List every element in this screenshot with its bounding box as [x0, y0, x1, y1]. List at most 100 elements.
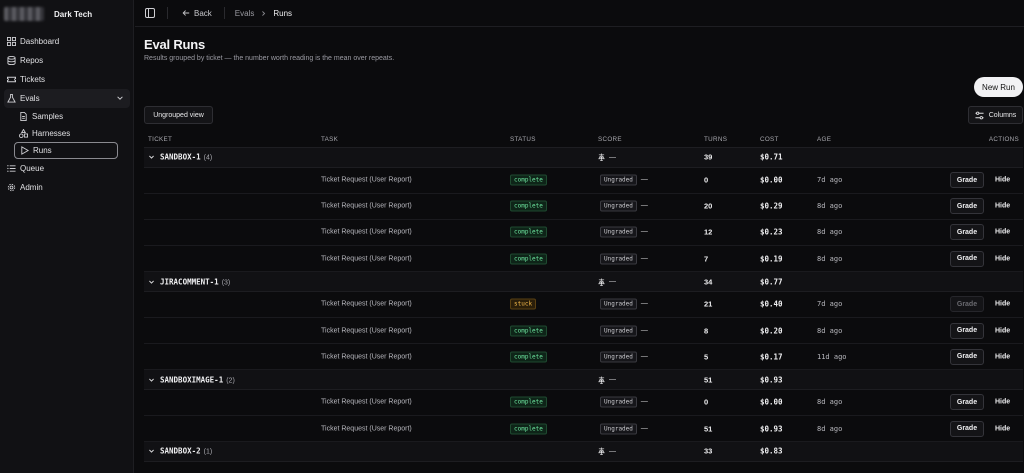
group-ticket[interactable]: SANDBOXIMAGE-1 (2)	[160, 375, 235, 384]
table-row[interactable]: Ticket Request (User Report) complete Un…	[144, 344, 1023, 371]
table-row[interactable]: Ticket Request (User Report) complete Un…	[144, 416, 1023, 443]
hide-button[interactable]: Hide	[995, 353, 1010, 360]
header-task[interactable]: TASK	[321, 136, 338, 143]
run-score: Ungraded —	[600, 174, 648, 186]
grade-button[interactable]: Grade	[950, 348, 984, 365]
sidebar-item-dashboard[interactable]: Dashboard	[0, 32, 134, 51]
table-row[interactable]: Ticket Request (User Report) complete Un…	[144, 220, 1023, 247]
table-row[interactable]: Ticket Request (User Report) complete Un…	[144, 246, 1023, 273]
grade-button[interactable]: Grade	[950, 172, 984, 189]
run-cost: $0.29	[760, 201, 783, 211]
group-ticket[interactable]: JIRACOMMENT-1 (3)	[160, 277, 230, 286]
status-badge: stuck	[510, 298, 537, 310]
group-cost: $0.77	[760, 277, 783, 286]
group-row[interactable]: SANDBOXIMAGE-1 (2) — 51 $0.93	[144, 370, 1023, 390]
group-row[interactable]: JIRACOMMENT-1 (3) — 34 $0.77	[144, 272, 1023, 292]
header-ticket[interactable]: TICKET	[148, 136, 172, 143]
chevron-down-icon[interactable]	[148, 278, 155, 285]
breadcrumb-current: Runs	[273, 8, 293, 18]
sidebar-item-evals[interactable]: Evals	[4, 89, 130, 108]
sidebar-item-tickets[interactable]: Tickets	[0, 70, 134, 89]
header-turns[interactable]: TURNS	[704, 136, 727, 143]
run-task[interactable]: Ticket Request (User Report)	[321, 399, 412, 406]
run-score: Ungraded —	[600, 226, 648, 238]
run-task[interactable]: Ticket Request (User Report)	[321, 425, 412, 432]
hide-button[interactable]: Hide	[995, 255, 1010, 262]
chevron-down-icon[interactable]	[116, 94, 124, 102]
run-task[interactable]: Ticket Request (User Report)	[321, 177, 412, 184]
group-ticket[interactable]: SANDBOX-2 (1)	[160, 447, 212, 456]
run-age: 8d ago	[817, 424, 843, 433]
grade-button[interactable]: Grade	[950, 420, 984, 437]
evals-submenu: Samples Harnesses Runs	[0, 108, 134, 159]
group-score: —	[598, 376, 616, 384]
group-score: —	[598, 278, 616, 286]
table-row[interactable]: Ticket Request (User Report) complete Un…	[144, 168, 1023, 194]
sidebar-item-queue[interactable]: Queue	[0, 159, 134, 178]
status-badge: complete	[510, 174, 547, 186]
hide-button[interactable]: Hide	[995, 399, 1010, 406]
columns-button[interactable]: Columns	[968, 106, 1023, 124]
new-run-button[interactable]: New Run	[974, 77, 1023, 97]
chevron-down-icon[interactable]	[148, 154, 155, 161]
run-age: 8d ago	[817, 398, 843, 407]
breadcrumb-evals[interactable]: Evals	[235, 9, 255, 18]
group-cost: $0.71	[760, 152, 783, 162]
group-ticket[interactable]: SANDBOX-1 (4)	[160, 153, 212, 162]
hide-button[interactable]: Hide	[995, 327, 1010, 334]
group-turns: 34	[704, 277, 713, 286]
sidebar-item-label: Samples	[32, 112, 64, 121]
table-row[interactable]: Ticket Request (User Report) complete Un…	[144, 194, 1023, 220]
scale-icon	[598, 376, 605, 384]
grid-icon	[6, 37, 16, 47]
group-cost: $0.83	[760, 446, 783, 456]
score-value: —	[609, 153, 616, 161]
run-turns: 20	[704, 201, 713, 211]
group-row[interactable]: SANDBOX-1 (4) — 39 $0.71	[144, 148, 1023, 168]
grade-button[interactable]: Grade	[950, 198, 984, 215]
chevron-down-icon[interactable]	[148, 448, 155, 455]
sidebar-item-runs[interactable]: Runs	[14, 142, 118, 159]
brand[interactable]: Dark Tech	[4, 6, 130, 22]
run-age: 11d ago	[817, 352, 847, 361]
grade-button: Grade	[950, 296, 984, 313]
header-age[interactable]: AGE	[817, 136, 831, 143]
status-badge: complete	[510, 253, 547, 265]
sidebar-item-admin[interactable]: Admin	[0, 178, 134, 197]
run-task[interactable]: Ticket Request (User Report)	[321, 301, 412, 308]
grade-button[interactable]: Grade	[950, 394, 984, 411]
runs-table: TICKET TASK STATUS SCORE TURNS COST AGE …	[144, 131, 1023, 462]
header-cost[interactable]: COST	[760, 136, 779, 143]
chevron-down-icon[interactable]	[148, 376, 155, 383]
run-task[interactable]: Ticket Request (User Report)	[321, 203, 412, 210]
header-status[interactable]: STATUS	[510, 136, 536, 143]
score-value: —	[640, 300, 648, 308]
sidebar-item-samples[interactable]: Samples	[12, 108, 134, 125]
run-task[interactable]: Ticket Request (User Report)	[321, 353, 412, 360]
run-score: Ungraded —	[600, 423, 648, 435]
run-task[interactable]: Ticket Request (User Report)	[321, 327, 412, 334]
table-row[interactable]: Ticket Request (User Report) stuck Ungra…	[144, 292, 1023, 318]
sidebar-toggle-icon[interactable]	[145, 8, 155, 18]
grade-button[interactable]: Grade	[950, 250, 984, 267]
back-button[interactable]: Back	[178, 9, 212, 18]
run-task[interactable]: Ticket Request (User Report)	[321, 229, 412, 236]
run-score: Ungraded —	[600, 351, 648, 363]
sidebar-item-harnesses[interactable]: Harnesses	[12, 125, 134, 142]
header-score[interactable]: SCORE	[598, 136, 622, 143]
hide-button[interactable]: Hide	[995, 229, 1010, 236]
hide-button[interactable]: Hide	[995, 203, 1010, 210]
hide-button[interactable]: Hide	[995, 301, 1010, 308]
hide-button[interactable]: Hide	[995, 177, 1010, 184]
score-value: —	[640, 398, 648, 406]
hide-button[interactable]: Hide	[995, 425, 1010, 432]
sidebar-item-repos[interactable]: Repos	[0, 51, 134, 70]
run-task[interactable]: Ticket Request (User Report)	[321, 255, 412, 262]
table-row[interactable]: Ticket Request (User Report) complete Un…	[144, 318, 1023, 345]
group-row[interactable]: SANDBOX-2 (1) — 33 $0.83	[144, 442, 1023, 462]
run-turns: 21	[704, 299, 713, 309]
grade-button[interactable]: Grade	[950, 322, 984, 339]
grade-button[interactable]: Grade	[950, 224, 984, 241]
table-row[interactable]: Ticket Request (User Report) complete Un…	[144, 390, 1023, 416]
ungrouped-view-button[interactable]: Ungrouped view	[144, 106, 213, 124]
